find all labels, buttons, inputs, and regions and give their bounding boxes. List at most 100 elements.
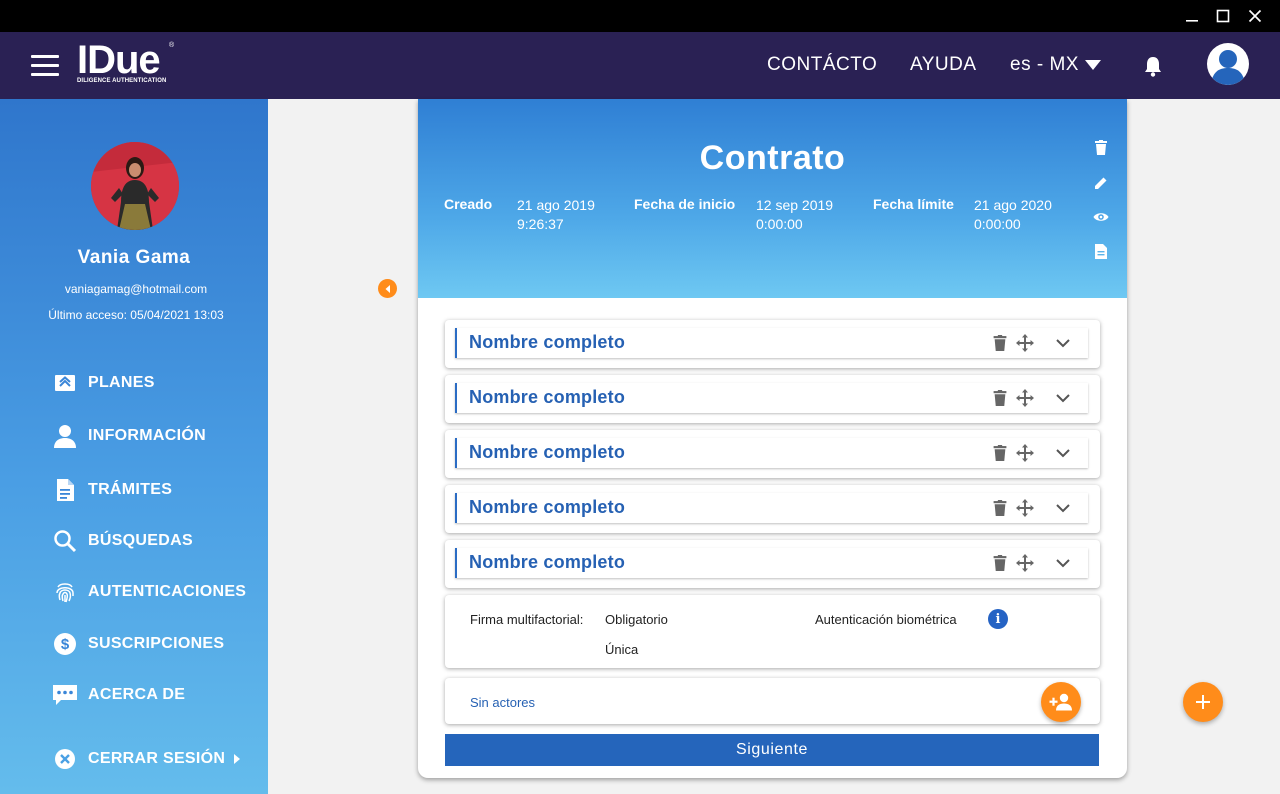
sidebar-item-label: CERRAR SESIÓN (88, 750, 226, 767)
logo-subtitle: DILIGENCE AUTHENTICATION (77, 78, 167, 84)
sidebar: Vania Gama vaniagamag@hotmail.com Último… (0, 99, 268, 794)
document-icon (52, 477, 78, 503)
deadline-date: 21 ago 2020 (974, 197, 1052, 213)
sidebar-item-autenticaciones[interactable]: AUTENTICACIONES (52, 578, 246, 606)
window-titlebar (0, 0, 1280, 32)
move-icon[interactable] (1016, 389, 1034, 407)
fingerprint-icon (52, 579, 78, 605)
maximize-icon[interactable] (1213, 6, 1233, 26)
sidebar-item-label: AUTENTICACIONES (88, 583, 247, 600)
app-header: IDue ® DILIGENCE AUTHENTICATION CONTÁCTO… (0, 32, 1280, 99)
actor-name: Nombre completo (469, 387, 626, 407)
search-icon (52, 528, 78, 554)
start-date-label: Fecha de inicio (634, 196, 736, 212)
sidebar-item-acerca-de[interactable]: ACERCA DE (52, 681, 185, 709)
chevron-down-icon[interactable] (1055, 391, 1071, 405)
minimize-icon[interactable] (1182, 6, 1202, 26)
nav-contact[interactable]: CONTÁCTO (767, 54, 877, 76)
actor-row-header[interactable]: Nombre completo (455, 438, 1088, 468)
user-name: Vania Gama (77, 247, 191, 268)
actor-row-header[interactable]: Nombre completo (455, 383, 1088, 413)
trash-icon[interactable] (993, 555, 1007, 571)
multifactor-label: Firma multifactorial: (470, 612, 584, 627)
contract-title: Contrato (699, 139, 846, 177)
plans-icon (52, 370, 78, 396)
svg-text:$: $ (61, 636, 70, 653)
contract-card: Contrato Creado 21 ago 2019 9:26:37 Fech… (418, 99, 1127, 778)
actor-name: Nombre completo (469, 552, 626, 572)
move-icon[interactable] (1016, 499, 1034, 517)
info-icon[interactable]: i (988, 609, 1008, 629)
add-person-icon (1049, 693, 1072, 711)
no-actors-row: Sin actores (445, 678, 1100, 724)
sidebar-item-cerrar-sesion[interactable]: CERRAR SESIÓN (52, 745, 241, 773)
start-date: 12 sep 2019 (756, 197, 834, 213)
sidebar-item-label: TRÁMITES (88, 481, 173, 498)
person-icon (52, 423, 78, 449)
trash-icon[interactable] (1092, 138, 1110, 156)
next-button[interactable]: Siguiente (445, 734, 1099, 766)
biometric-label: Autenticación biométrica (815, 612, 957, 627)
actor-name: Nombre completo (469, 332, 626, 352)
move-icon[interactable] (1016, 554, 1034, 572)
profile-photo (91, 142, 179, 230)
sidebar-item-tramites[interactable]: TRÁMITES (52, 476, 172, 504)
language-selector[interactable]: es - MX (1010, 54, 1101, 76)
actor-row: Nombre completo (445, 540, 1100, 588)
sidebar-item-label: ACERCA DE (88, 686, 186, 703)
actor-row: Nombre completo (445, 375, 1100, 423)
close-icon[interactable] (1245, 6, 1265, 26)
sidebar-item-label: SUSCRIPCIONES (88, 635, 225, 652)
pencil-icon[interactable] (1092, 174, 1110, 192)
actor-row-header[interactable]: Nombre completo (455, 493, 1088, 523)
actor-name: Nombre completo (469, 442, 626, 462)
deadline-label: Fecha límite (873, 196, 954, 212)
chevron-down-icon[interactable] (1055, 556, 1071, 570)
move-icon[interactable] (1016, 334, 1034, 352)
created-date: 21 ago 2019 (517, 197, 595, 213)
trash-icon[interactable] (993, 500, 1007, 516)
file-icon[interactable] (1092, 242, 1110, 260)
chevron-down-icon[interactable] (1055, 336, 1071, 350)
actor-row-header[interactable]: Nombre completo (455, 328, 1088, 358)
actor-row: Nombre completo (445, 485, 1100, 533)
created-value: 21 ago 2019 9:26:37 (517, 196, 595, 234)
trash-icon[interactable] (993, 445, 1007, 461)
deadline-value: 21 ago 2020 0:00:00 (974, 196, 1052, 234)
sidebar-item-label: INFORMACIÓN (88, 427, 206, 444)
user-email: vaniagamag@hotmail.com (64, 282, 208, 296)
chevron-down-icon[interactable] (1055, 446, 1071, 460)
actor-row-header[interactable]: Nombre completo (455, 548, 1088, 578)
multifactor-unique: Única (605, 642, 639, 657)
bell-icon[interactable] (1143, 55, 1163, 77)
actor-name: Nombre completo (469, 497, 626, 517)
sidebar-item-busquedas[interactable]: BÚSQUEDAS (52, 527, 193, 555)
trash-icon[interactable] (993, 390, 1007, 406)
user-avatar-icon[interactable] (1207, 43, 1249, 85)
nav-help[interactable]: AYUDA (910, 54, 977, 76)
hamburger-menu-icon[interactable] (31, 55, 59, 77)
chat-icon (52, 682, 78, 708)
collapse-panel-button[interactable] (378, 279, 397, 298)
sidebar-item-label: PLANES (88, 374, 155, 391)
sidebar-item-planes[interactable]: PLANES (52, 369, 155, 397)
authentication-settings: Firma multifactorial: Obligatorio Única … (445, 595, 1100, 668)
idue-logo[interactable]: IDue ® DILIGENCE AUTHENTICATION (77, 40, 177, 88)
sidebar-item-suscripciones[interactable]: $ SUSCRIPCIONES (52, 630, 224, 658)
add-actor-button[interactable] (1041, 682, 1081, 722)
plus-icon (1196, 695, 1210, 709)
caret-left-icon (385, 284, 390, 293)
trash-icon[interactable] (993, 335, 1007, 351)
last-access: Último acceso: 05/04/2021 13:03 (48, 308, 224, 322)
logo-registered-mark: ® (169, 42, 175, 49)
move-icon[interactable] (1016, 444, 1034, 462)
actor-row: Nombre completo (445, 430, 1100, 478)
caret-right-icon (234, 754, 241, 764)
eye-icon[interactable] (1092, 208, 1110, 226)
close-circle-icon (52, 746, 78, 772)
add-fab-button[interactable] (1183, 682, 1223, 722)
sidebar-item-informacion[interactable]: INFORMACIÓN (52, 422, 206, 450)
caret-down-icon (1084, 60, 1101, 70)
chevron-down-icon[interactable] (1055, 501, 1071, 515)
deadline-time: 0:00:00 (974, 216, 1021, 232)
